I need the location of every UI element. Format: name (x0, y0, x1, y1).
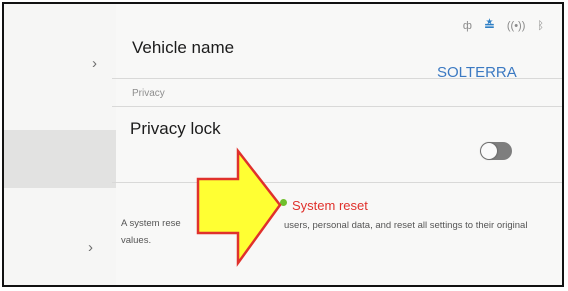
system-reset-button[interactable]: System reset (292, 198, 368, 213)
system-reset-description: users, personal data, and reset all sett… (284, 220, 528, 231)
privacy-lock-toggle[interactable] (480, 142, 512, 160)
status-bar: ф ≛ ((•)) ᛒ (463, 18, 544, 34)
wireless-icon: ((•)) (506, 20, 526, 32)
vehicle-name-value[interactable]: SOLTERRA (437, 64, 517, 81)
toggle-knob (481, 143, 497, 159)
annotation-arrow-icon (196, 147, 282, 267)
sidebar: › › (4, 4, 116, 285)
privacy-lock-label: Privacy lock (130, 119, 221, 138)
vehicle-name-label[interactable]: Vehicle name (132, 38, 234, 58)
sidebar-item-selected[interactable] (4, 130, 116, 188)
bluetooth-icon: ᛒ (537, 20, 544, 32)
annotation-arrow-shape (196, 147, 282, 267)
connection-icon: ≛ (483, 18, 495, 33)
system-reset-description: A system rese (121, 218, 181, 229)
antenna-icon: ф (462, 20, 472, 32)
divider (112, 182, 562, 183)
chevron-right-icon[interactable]: › (92, 56, 97, 71)
section-header-privacy: Privacy (132, 88, 165, 99)
divider (112, 106, 562, 107)
chevron-right-icon[interactable]: › (88, 240, 93, 255)
system-reset-description: values. (121, 235, 152, 246)
